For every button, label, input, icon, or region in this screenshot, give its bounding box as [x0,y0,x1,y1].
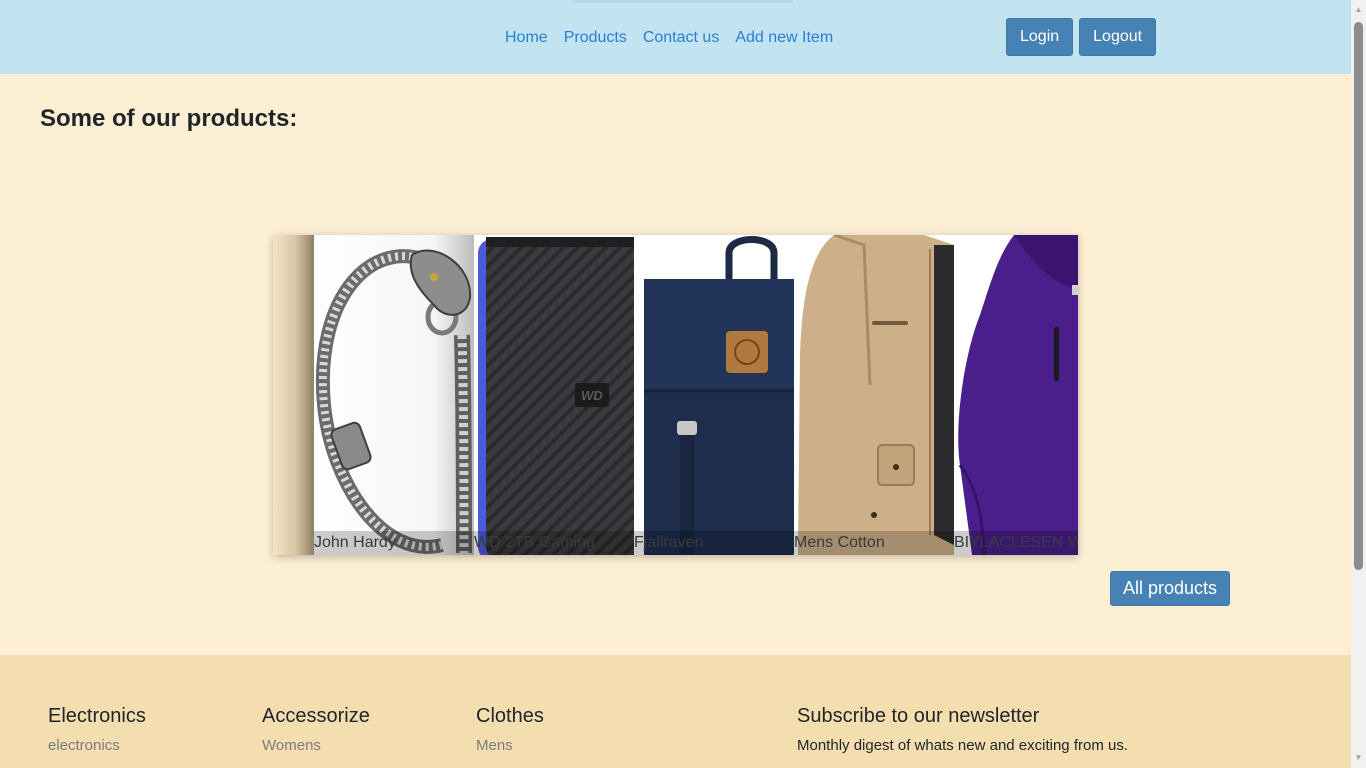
newsletter-section: Subscribe to our newsletter Monthly dige… [797,704,1128,756]
newsletter-heading: Subscribe to our newsletter [797,705,1040,727]
footer-column-accessorize: Accessorize Womens [262,704,370,756]
nav-products-link[interactable]: Products [556,27,635,49]
footer-heading: Clothes [476,705,544,727]
carousel-slide[interactable]: WD WD 2TB Gaming [474,235,634,555]
product-caption: BIYLACLESEN Wo [954,531,1078,555]
nav-add-item-link[interactable]: Add new Item [727,27,841,49]
auth-buttons: Login Logout [1006,18,1157,56]
product-caption: Fjallraven [634,531,794,555]
nav-top-line [573,0,793,3]
section-title: Some of our products: [40,105,298,132]
womens-jacket-image [954,235,1078,555]
logout-button[interactable]: Logout [1079,18,1157,56]
carousel-slide[interactable]: Mens Cotton [794,235,954,555]
footer-link-mens[interactable]: Mens [476,736,544,756]
all-products-button[interactable]: All products [1110,571,1231,606]
footer-link-womens[interactable]: Womens [262,736,370,756]
product-caption: Mens Cotton [794,531,954,555]
footer-heading: Electronics [48,705,146,727]
hard-drive-image: WD [474,235,634,555]
footer: Electronics electronics Accessorize Wome… [0,655,1351,768]
newsletter-text: Monthly digest of whats new and exciting… [797,737,1128,754]
scroll-down-icon[interactable]: ▼ [1351,750,1366,765]
jacket-image [794,235,954,555]
nav-home-link[interactable]: Home [497,27,556,49]
carousel-slide[interactable]: John Hardy [314,235,474,555]
carousel-slide[interactable]: Fjallraven [634,235,794,555]
product-caption: WD 2TB Gaming [474,531,634,555]
carousel-slide[interactable]: BIYLACLESEN Wo [954,235,1078,555]
nav-contact-link[interactable]: Contact us [635,27,727,49]
page: Home Products Contact us Add new Item Lo… [0,0,1351,768]
navbar: Home Products Contact us Add new Item Lo… [0,0,1351,74]
vertical-scrollbar[interactable]: ▲ ▼ [1351,0,1366,768]
login-button[interactable]: Login [1006,18,1074,56]
footer-heading: Accessorize [262,705,370,727]
carousel-edge-shadow [273,235,314,555]
footer-column-clothes: Clothes Mens [476,704,544,756]
footer-column-electronics: Electronics electronics [48,704,146,756]
scroll-up-icon[interactable]: ▲ [1351,2,1366,17]
scrollbar-thumb[interactable] [1354,22,1363,570]
product-caption: John Hardy [314,531,474,555]
footer-link-electronics[interactable]: electronics [48,736,146,756]
bracelet-image [314,235,474,555]
product-carousel[interactable]: John Hardy WD WD 2TB Gaming Fjallraven M… [273,235,1078,555]
carousel-slides: John Hardy WD WD 2TB Gaming Fjallraven M… [314,235,1078,555]
nav-links: Home Products Contact us Add new Item [497,27,841,49]
svg-text:WD: WD [581,388,603,403]
backpack-image [634,235,794,555]
